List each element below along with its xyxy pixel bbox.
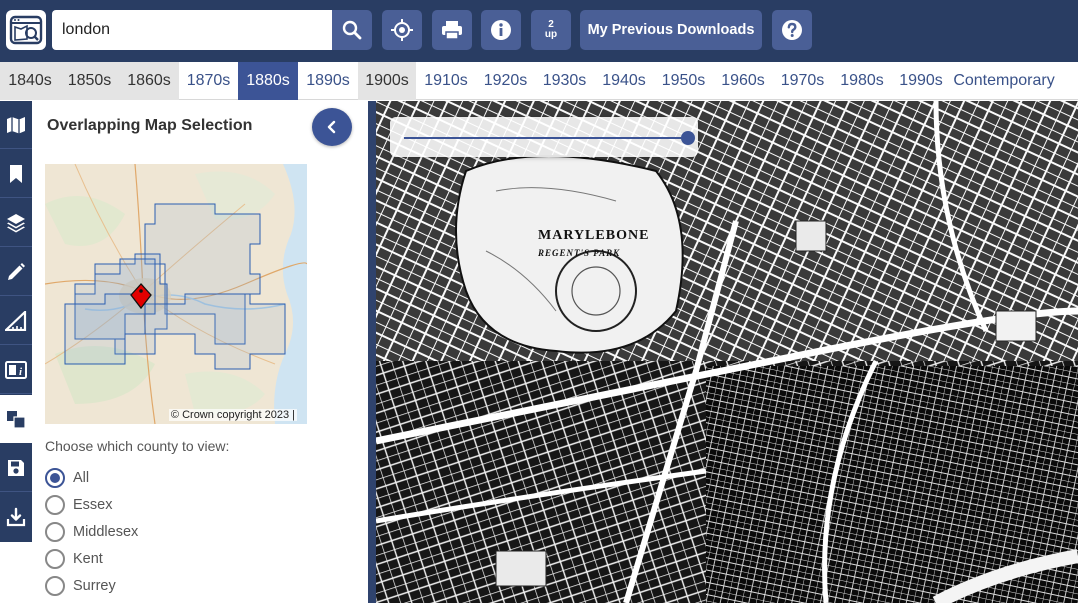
county-option-label: Surrey [73,578,116,594]
measure-tool-button[interactable] [0,297,32,345]
help-button[interactable] [772,10,812,50]
panel-title: Overlapping Map Selection [47,117,253,134]
info-button[interactable] [481,10,521,50]
decade-tab-1940s[interactable]: 1940s [594,62,654,100]
decade-tab-1980s[interactable]: 1980s [832,62,892,100]
county-radio[interactable] [45,522,65,542]
county-option-surrey[interactable]: Surrey [45,575,116,597]
side-toolbar: i [0,101,32,542]
overlap-icon [7,411,26,429]
county-option-label: Middlesex [73,524,139,540]
panel-divider[interactable] [368,101,376,603]
layers-icon [7,214,25,233]
decade-tab-1930s[interactable]: 1930s [535,62,594,100]
bookmark-icon [10,165,22,183]
save-icon [8,460,24,476]
decade-tab-1860s[interactable]: 1860s [119,62,179,100]
county-radio[interactable] [45,576,65,596]
map-place-sublabel: REGENT'S PARK [537,248,620,258]
app-logo-icon[interactable] [6,10,46,50]
county-option-all[interactable]: All [45,467,89,489]
help-icon [782,20,802,40]
search-icon [342,20,362,40]
ruler-icon [5,311,27,331]
historic-map-view[interactable]: MARYLEBONE REGENT'S PARK [376,101,1078,603]
decade-tab-1910s[interactable]: 1910s [416,62,476,100]
search-button[interactable] [332,10,372,50]
pencil-icon [8,263,25,280]
save-tool-button[interactable] [0,444,32,492]
download-icon [6,507,26,527]
overlapping-map-panel: Overlapping Map Selection © Crown copyri… [32,101,368,603]
download-tool-button[interactable] [0,493,32,541]
copyright-notice: © Crown copyright 2023 | [168,409,297,421]
decade-tab-1840s[interactable]: 1840s [0,62,60,100]
decade-tab-1870s[interactable]: 1870s [179,62,238,100]
decade-tab-contemporary[interactable]: Contemporary [950,62,1058,100]
county-radio[interactable] [45,495,65,515]
map-tool-button[interactable] [0,101,32,149]
two-up-text: up [544,29,558,40]
decade-tab-1960s[interactable]: 1960s [713,62,773,100]
printer-icon [442,21,462,40]
county-radio[interactable] [45,468,65,488]
previous-downloads-button[interactable]: My Previous Downloads [580,10,762,50]
locate-button[interactable] [382,10,422,50]
map-place-label: MARYLEBONE [538,228,649,243]
draw-tool-button[interactable] [0,248,32,296]
decade-tab-1920s[interactable]: 1920s [476,62,535,100]
collapse-panel-button[interactable] [312,108,352,146]
chevron-left-icon [327,120,336,134]
decade-tab-1890s[interactable]: 1890s [298,62,358,100]
info-icon [491,20,511,40]
print-button[interactable] [432,10,472,50]
decade-tab-1850s[interactable]: 1850s [60,62,119,100]
county-choice-label: Choose which county to view: [45,438,230,454]
info-panel-tool-button[interactable]: i [0,346,32,394]
decade-tab-1950s[interactable]: 1950s [654,62,713,100]
info-panel-icon: i [5,361,27,379]
crosshair-icon [391,19,413,41]
county-option-label: All [73,470,90,486]
top-bar: 2 up My Previous Downloads [0,0,1078,62]
county-option-label: Essex [73,497,113,513]
county-option-kent[interactable]: Kent [45,548,103,570]
county-overlap-map [45,164,307,424]
decade-tab-1880s[interactable]: 1880s [238,62,298,100]
bookmark-tool-button[interactable] [0,150,32,198]
layers-tool-button[interactable] [0,199,32,247]
decade-tab-1970s[interactable]: 1970s [773,62,832,100]
svg-text:i: i [19,366,23,378]
decade-selector: 1840s 1850s 1860s 1870s 1880s 1890s 1900s 1910s… [0,62,1078,100]
overlap-minimap[interactable]: © Crown copyright 2023 | [45,164,307,424]
county-option-middlesex[interactable]: Middlesex [45,521,138,543]
county-option-essex[interactable]: Essex [45,494,113,516]
county-radio[interactable] [45,549,65,569]
decade-tab-1900s[interactable]: 1900s [358,62,416,100]
historic-map-image: MARYLEBONE REGENT'S PARK [376,101,1078,603]
opacity-slider-track[interactable] [404,137,688,139]
search-input[interactable] [52,10,334,50]
decade-tab-1990s[interactable]: 1990s [892,62,950,100]
opacity-slider-thumb[interactable] [681,131,695,145]
map-icon [7,117,25,134]
opacity-slider-panel [390,117,698,157]
overlap-tool-button[interactable] [0,395,32,443]
two-up-button[interactable]: 2 up [531,10,571,50]
county-option-label: Kent [73,551,103,567]
